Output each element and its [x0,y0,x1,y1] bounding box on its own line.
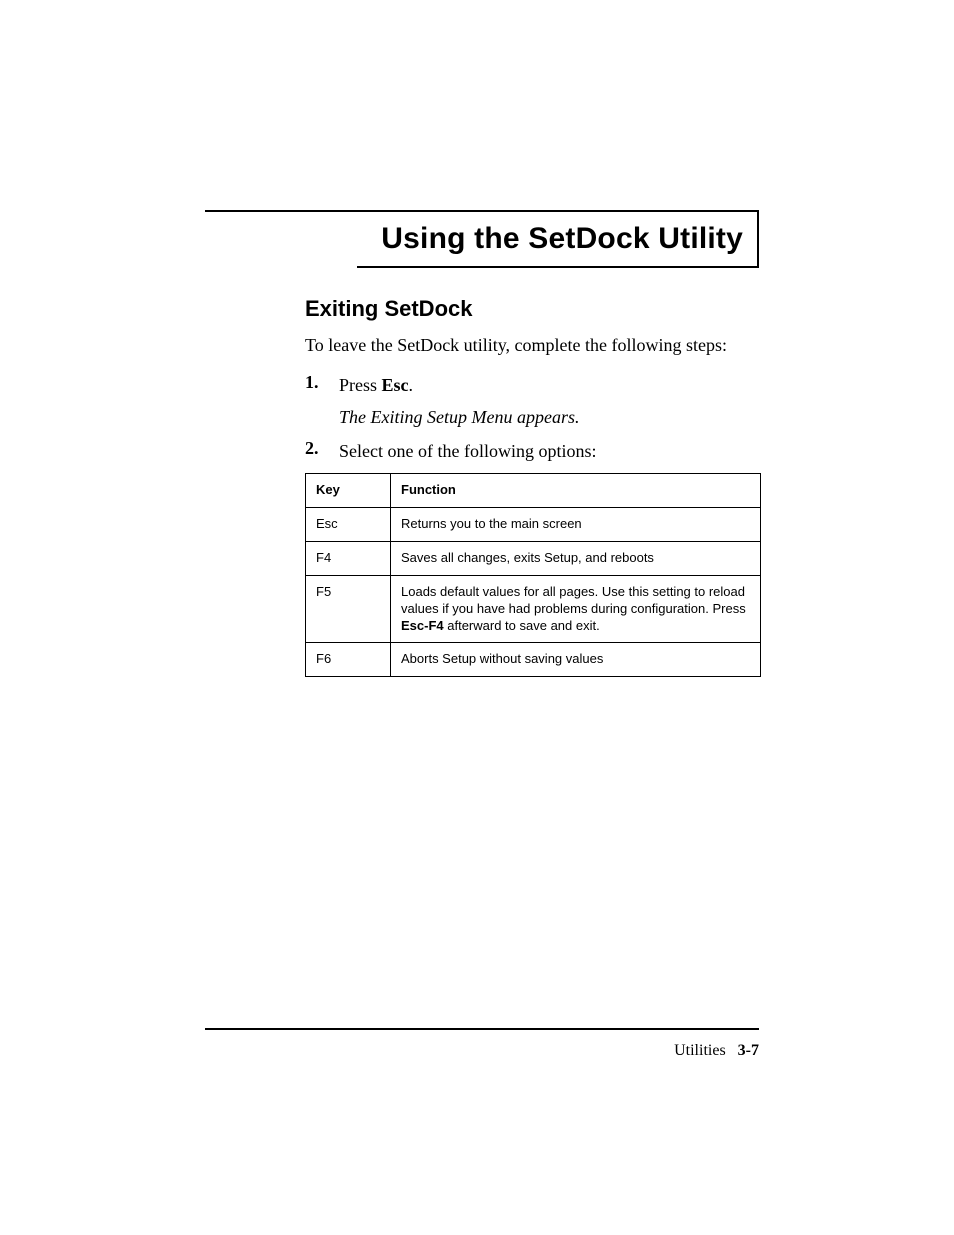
table-cell-key: F6 [306,643,391,677]
page: Using the SetDock Utility Exiting SetDoc… [0,0,954,1235]
func-key: Esc-F4 [401,618,444,633]
page-footer: Utilities 3-7 [674,1042,759,1060]
step-body: Press Esc. [339,372,413,399]
options-table: Key Function Esc Returns you to the main… [305,473,761,677]
table-cell-key: F5 [306,575,391,643]
table-row: F6 Aborts Setup without saving values [306,643,761,677]
step-body: Select one of the following options: [339,438,596,465]
table-cell-function: Saves all changes, exits Setup, and rebo… [391,541,761,575]
table-header-row: Key Function [306,474,761,508]
table-cell-function: Aborts Setup without saving values [391,643,761,677]
section-title: Exiting SetDock [305,296,759,322]
footer-section: Utilities [674,1042,726,1059]
func-post: afterward to save and exit. [444,618,600,633]
table-row: F5 Loads default values for all pages. U… [306,575,761,643]
table-header-function: Function [391,474,761,508]
footer-page-number: 3-7 [738,1042,759,1059]
intro-text: To leave the SetDock utility, complete t… [305,332,759,358]
step-key: Esc [382,375,409,395]
list-item: 2. Select one of the following options: [305,438,759,465]
step-pre: Press [339,375,382,395]
table-cell-function: Loads default values for all pages. Use … [391,575,761,643]
step-subtext: The Exiting Setup Menu appears. [339,407,759,428]
footer-rule [205,1028,759,1030]
chapter-title-box: Using the SetDock Utility [357,212,759,268]
table-cell-key: Esc [306,507,391,541]
chapter-title: Using the SetDock Utility [381,222,743,256]
step-number: 2. [305,438,339,465]
func-pre: Loads default values for all pages. Use … [401,584,746,616]
steps-list: 1. Press Esc. [305,372,759,399]
table-cell-function: Returns you to the main screen [391,507,761,541]
step-post: . [409,375,414,395]
table-cell-key: F4 [306,541,391,575]
table-header-key: Key [306,474,391,508]
list-item: 1. Press Esc. [305,372,759,399]
steps-list-cont: 2. Select one of the following options: [305,438,759,465]
table-row: Esc Returns you to the main screen [306,507,761,541]
step-number: 1. [305,372,339,399]
table-row: F4 Saves all changes, exits Setup, and r… [306,541,761,575]
